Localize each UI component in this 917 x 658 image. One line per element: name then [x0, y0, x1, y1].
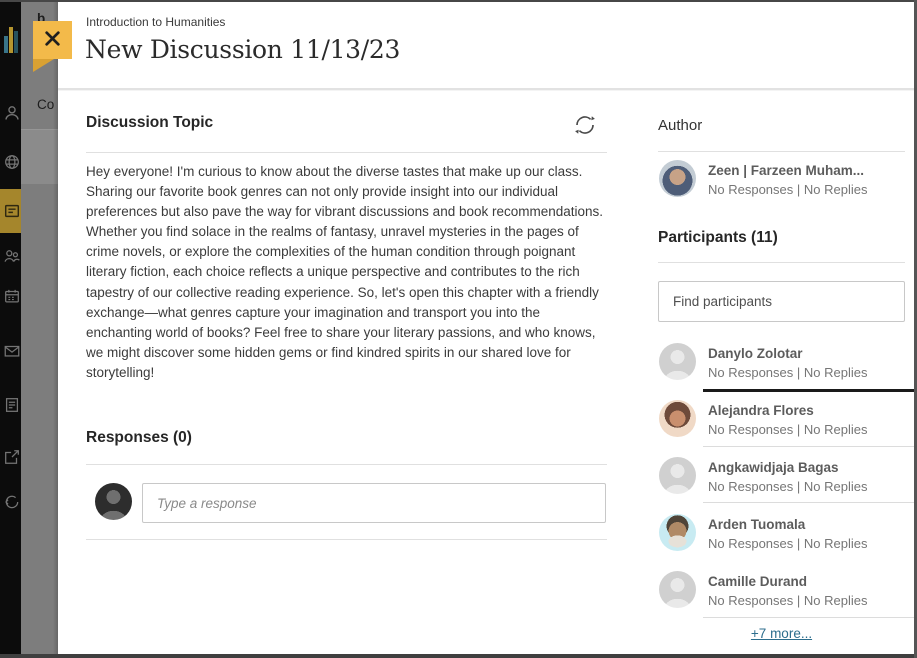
participant-name: Angkawidjaja Bagas	[708, 460, 839, 475]
active-nav-highlight	[0, 189, 21, 233]
current-user-avatar	[95, 483, 132, 520]
show-more-participants-link[interactable]: +7 more...	[658, 626, 905, 641]
participant-row[interactable]: Danylo Zolotar No Responses | No Replies	[658, 343, 905, 391]
responses-divider	[86, 464, 607, 465]
participant-avatar	[659, 514, 696, 551]
participant-name: Danylo Zolotar	[708, 346, 803, 361]
header-divider	[58, 88, 915, 91]
dimmed-page-backdrop: b Co	[21, 0, 58, 658]
page-title: New Discussion 11/13/23	[85, 35, 400, 64]
close-icon	[43, 29, 62, 51]
sign-out-icon[interactable]	[3, 493, 21, 511]
courses-board-icon[interactable]	[3, 202, 21, 220]
participant-row[interactable]: Camille Durand No Responses | No Replies	[658, 571, 905, 619]
participant-status: No Responses | No Replies	[708, 479, 867, 494]
window-border-bottom	[0, 654, 917, 658]
close-panel-button[interactable]	[33, 21, 72, 59]
app-window: b Co Introduction to Humanities New Disc…	[0, 0, 917, 658]
find-participants-input[interactable]	[658, 281, 905, 322]
close-button-tail	[33, 59, 54, 72]
mail-envelope-icon[interactable]	[3, 342, 21, 360]
participant-name: Alejandra Flores	[708, 403, 814, 418]
author-heading: Author	[658, 117, 702, 134]
participant-row[interactable]: Arden Tuomala No Responses | No Replies	[658, 514, 905, 562]
participant-divider	[703, 617, 917, 618]
discussion-panel: Introduction to Humanities New Discussio…	[58, 2, 915, 654]
calendar-icon[interactable]	[3, 287, 21, 305]
participants-divider	[658, 262, 905, 263]
author-name: Zeen | Farzeen Muham...	[708, 163, 864, 178]
participant-status: No Responses | No Replies	[708, 422, 867, 437]
refresh-icon	[572, 126, 598, 141]
people-group-icon[interactable]	[3, 247, 21, 265]
course-breadcrumb: Introduction to Humanities	[86, 15, 225, 29]
bar-chart-logo-icon[interactable]	[4, 27, 20, 53]
participant-name: Camille Durand	[708, 574, 807, 589]
participant-status: No Responses | No Replies	[708, 593, 867, 608]
participant-avatar	[659, 571, 696, 608]
left-nav-rail	[0, 0, 21, 658]
author-avatar	[659, 160, 696, 197]
gradebook-document-icon[interactable]	[3, 396, 21, 414]
response-bottom-divider	[86, 539, 607, 540]
participant-row[interactable]: Angkawidjaja Bagas No Responses | No Rep…	[658, 457, 905, 505]
responses-heading: Responses (0)	[86, 429, 192, 447]
globe-icon[interactable]	[3, 153, 21, 171]
participant-row[interactable]: Alejandra Flores No Responses | No Repli…	[658, 400, 905, 448]
participant-status: No Responses | No Replies	[708, 536, 867, 551]
participant-focus-divider	[703, 389, 917, 392]
refresh-button[interactable]	[570, 110, 600, 140]
participants-heading: Participants (11)	[658, 229, 778, 247]
discussion-body: Hey everyone! I'm curious to know about …	[86, 162, 607, 383]
share-arrow-icon[interactable]	[3, 448, 21, 466]
author-status: No Responses | No Replies	[708, 182, 867, 197]
discussion-topic-heading: Discussion Topic	[86, 114, 213, 132]
participant-status: No Responses | No Replies	[708, 365, 867, 380]
participant-avatar	[659, 457, 696, 494]
person-icon[interactable]	[3, 104, 21, 122]
participant-name: Arden Tuomala	[708, 517, 805, 532]
author-divider	[658, 151, 905, 152]
participant-divider	[703, 502, 917, 503]
response-input[interactable]	[142, 483, 606, 523]
participant-avatar	[659, 400, 696, 437]
participant-avatar	[659, 343, 696, 380]
topic-divider	[86, 152, 607, 153]
window-border-top	[0, 0, 917, 2]
participant-divider	[703, 446, 917, 447]
dimmed-course-content-fragment: Co	[37, 97, 54, 112]
